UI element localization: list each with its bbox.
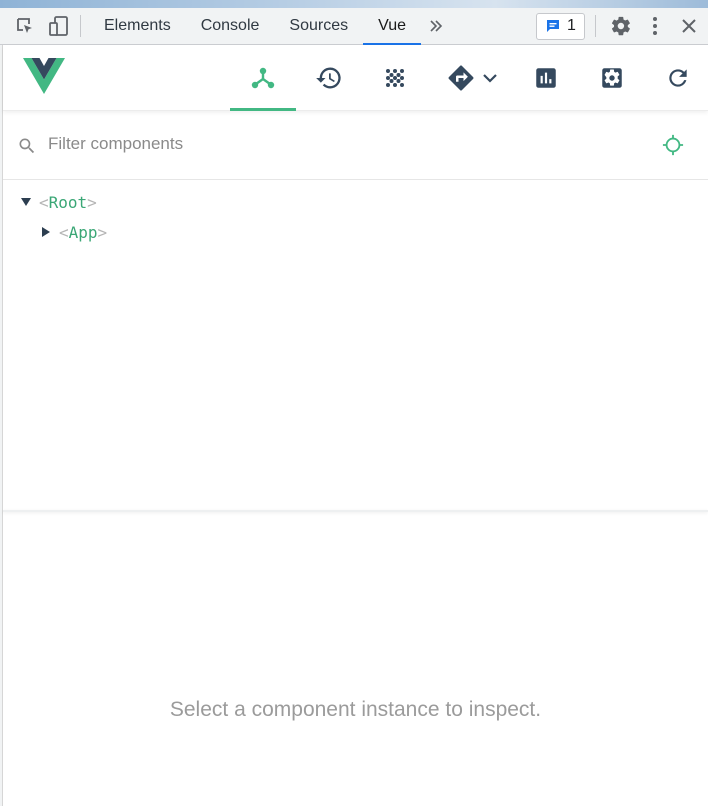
routing-tab-button[interactable]	[441, 45, 503, 111]
select-component-crosshair-icon[interactable]	[662, 134, 684, 156]
empty-state-message: Select a component instance to inspect.	[169, 698, 542, 721]
filter-bar	[3, 112, 708, 180]
component-name: Root	[48, 192, 88, 212]
search-icon	[19, 138, 35, 154]
inspect-element-icon[interactable]	[8, 8, 42, 45]
performance-tab-button[interactable]	[523, 45, 569, 111]
component-tree: < Root > < App >	[3, 180, 708, 510]
chevron-double-right-icon[interactable]	[421, 8, 451, 45]
tag-close-bracket: >	[87, 192, 97, 212]
tab-console[interactable]: Console	[186, 8, 275, 45]
vue-logo	[23, 58, 65, 99]
caret-down-icon[interactable]	[19, 196, 33, 208]
tab-sources[interactable]: Sources	[274, 8, 363, 45]
vuex-dots-icon	[386, 69, 404, 87]
message-icon	[547, 20, 559, 32]
close-icon[interactable]	[672, 8, 706, 45]
refresh-icon	[669, 69, 687, 87]
devtools-tab-bar: Elements Console Sources Vue 1	[0, 8, 708, 46]
tree-node-root[interactable]: < Root >	[19, 190, 97, 214]
component-tree-icon	[251, 67, 275, 89]
issues-badge[interactable]: 1	[536, 12, 585, 40]
tag-close-bracket: >	[97, 222, 108, 242]
component-inspector: Select a component instance to inspect.	[3, 512, 708, 806]
vue-toolbar	[3, 45, 708, 111]
tag-open-bracket: <	[59, 222, 69, 242]
performance-chart-icon	[536, 68, 556, 88]
more-vertical-icon[interactable]	[638, 8, 672, 45]
history-icon	[316, 67, 341, 89]
routing-icon	[448, 65, 474, 91]
toolbar-divider	[595, 15, 596, 37]
filter-components-input[interactable]	[48, 134, 628, 154]
tag-open-bracket: <	[39, 192, 49, 212]
toolbar-divider	[80, 15, 81, 37]
tree-node-app[interactable]: < App >	[39, 220, 107, 244]
device-toolbar-icon[interactable]	[42, 8, 76, 45]
devtools-settings-icon[interactable]	[604, 8, 638, 45]
tab-elements[interactable]: Elements	[89, 8, 186, 45]
timeline-tab-button[interactable]	[306, 45, 352, 111]
tab-vue[interactable]: Vue	[363, 8, 421, 46]
components-tab-button[interactable]	[230, 45, 296, 111]
refresh-button[interactable]	[655, 45, 701, 111]
issues-count: 1	[567, 17, 576, 34]
settings-tab-button[interactable]	[589, 45, 635, 111]
component-name: App	[68, 222, 98, 242]
vuex-tab-button[interactable]	[372, 45, 418, 111]
caret-right-icon[interactable]	[39, 226, 53, 238]
settings-icon	[602, 68, 622, 88]
chevron-down-icon	[483, 74, 497, 83]
